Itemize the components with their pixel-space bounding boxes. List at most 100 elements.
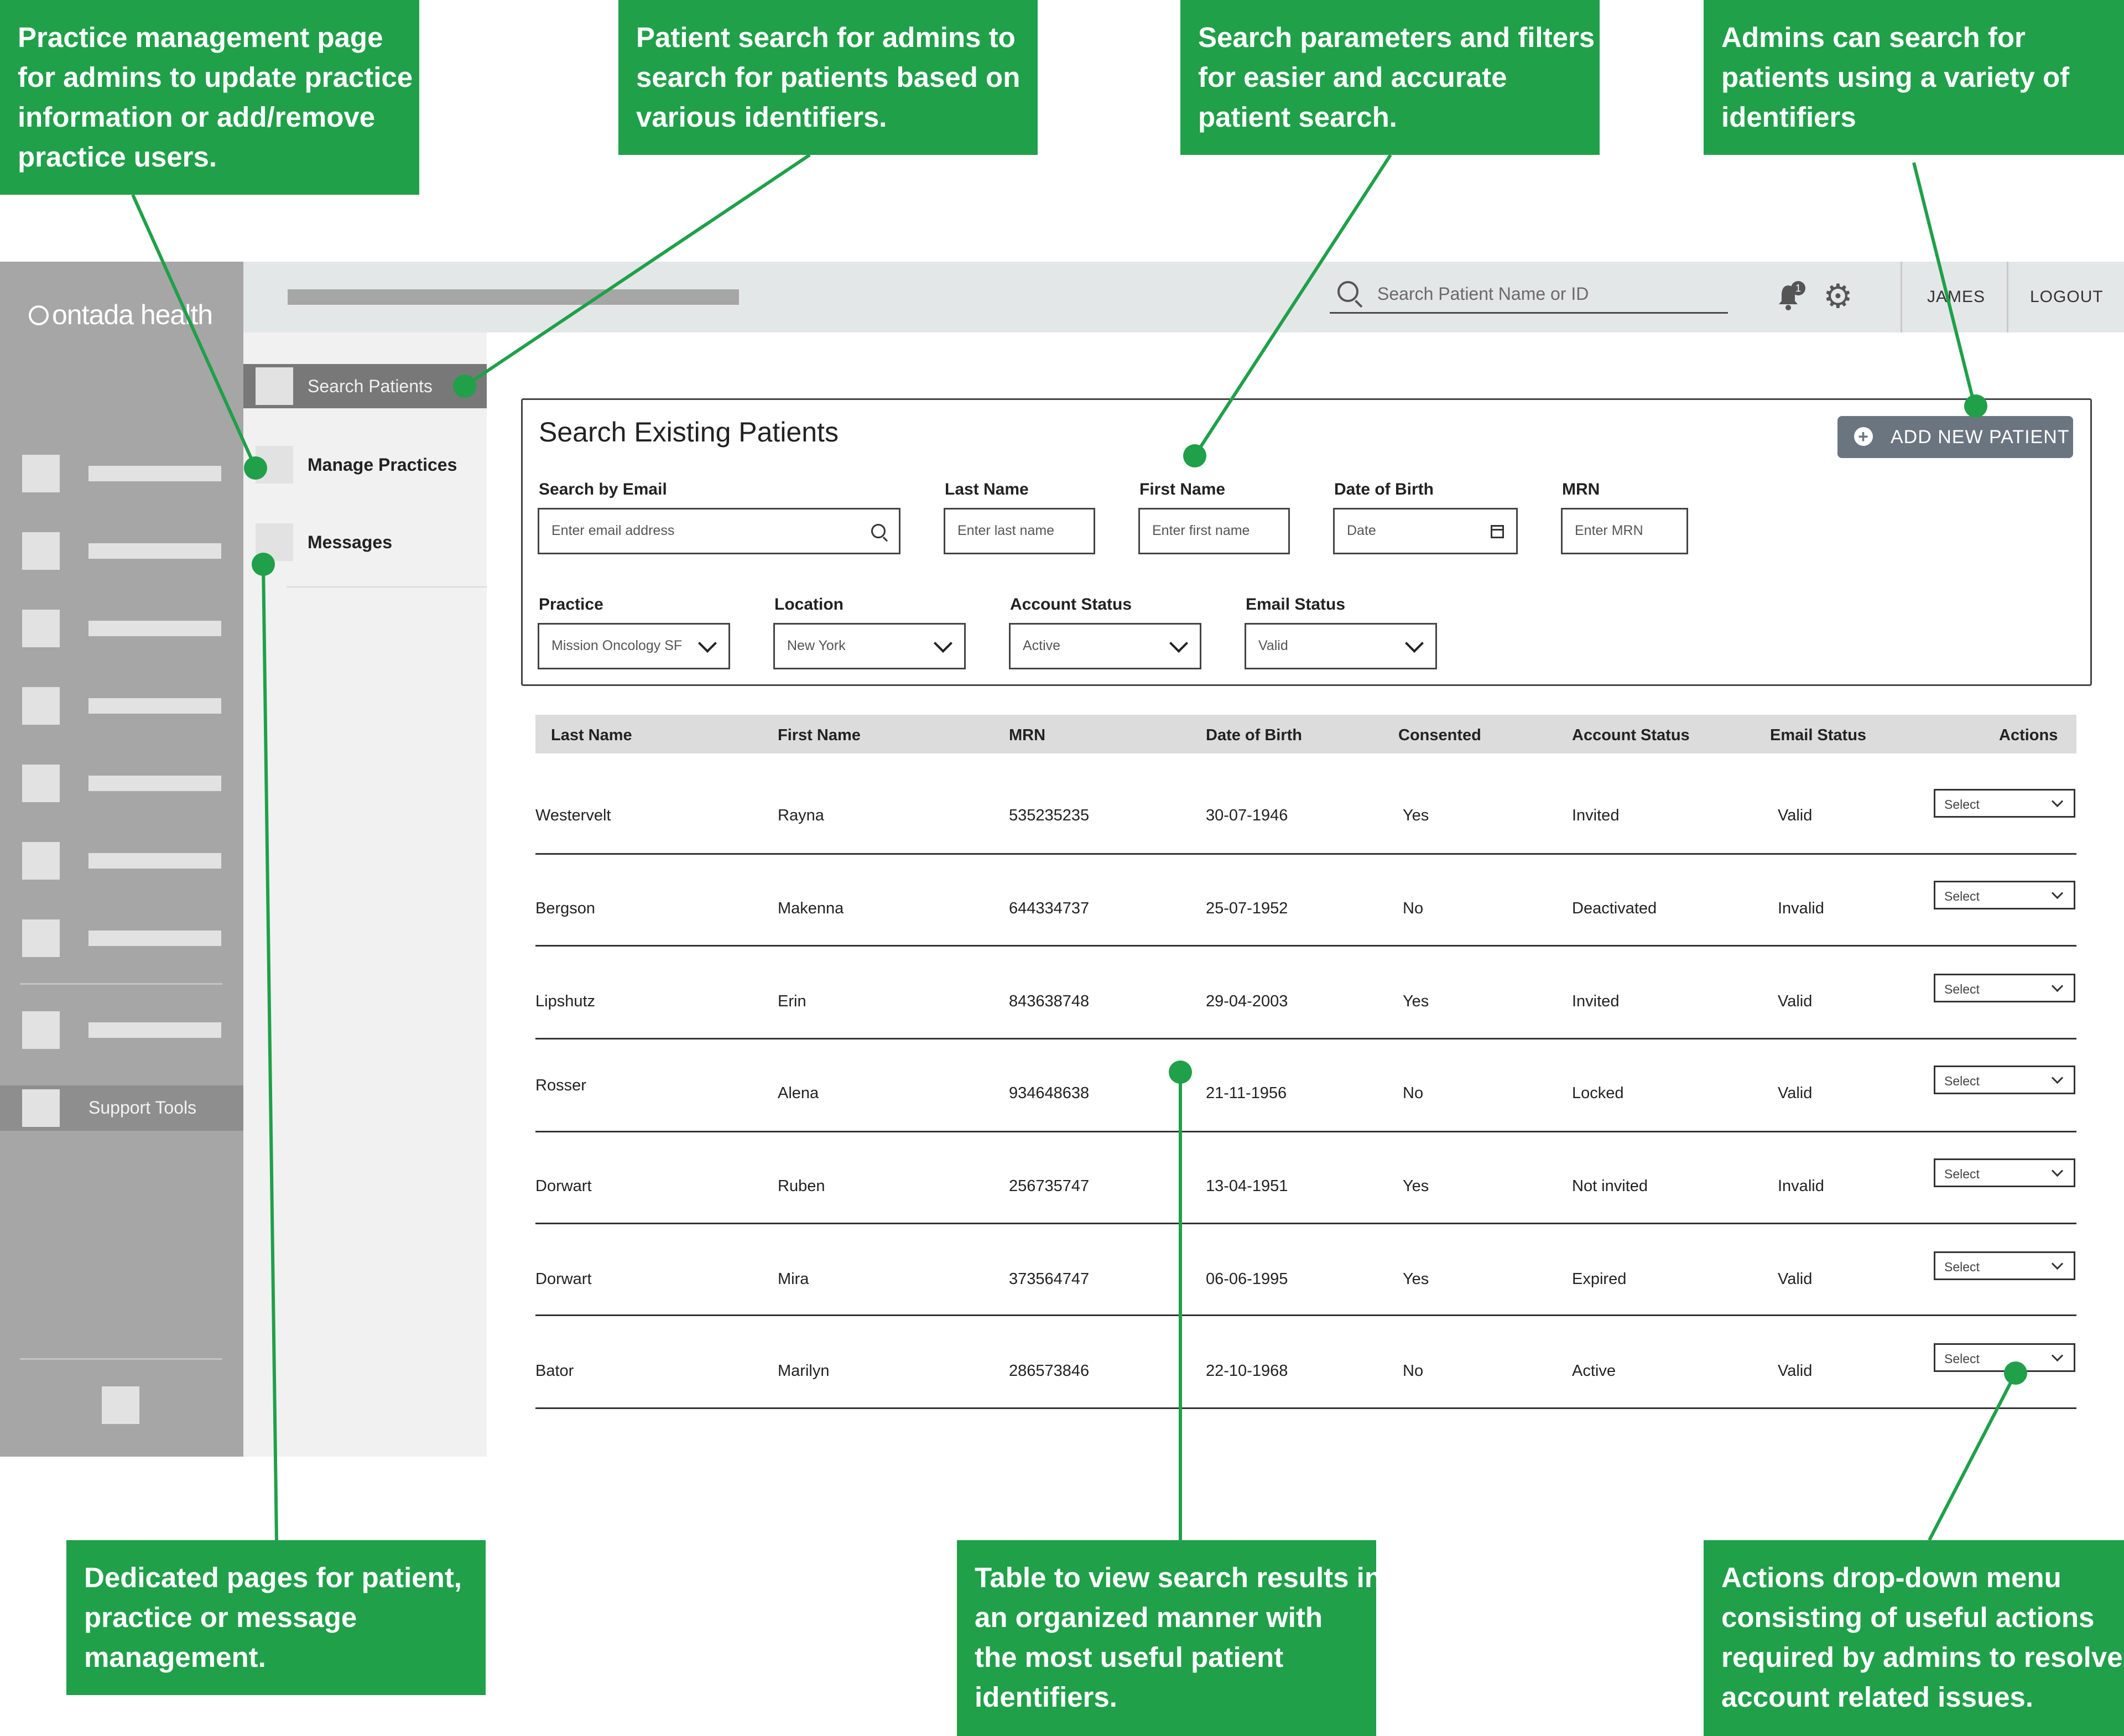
- sidebar-item-icon[interactable]: [22, 687, 60, 725]
- user-menu[interactable]: JAMES: [1927, 288, 1985, 306]
- cell-first-name: Erin: [778, 992, 806, 1010]
- col-dob[interactable]: Date of Birth: [1206, 726, 1302, 745]
- cell-dob: 21-11-1956: [1206, 1084, 1287, 1102]
- sidebar-item-placeholder[interactable]: [88, 466, 221, 481]
- callout-table: Table to view search results in an organ…: [957, 1540, 1382, 1736]
- sidebar-item-icon[interactable]: [22, 919, 60, 957]
- actions-select[interactable]: Select: [1934, 1251, 2075, 1280]
- actions-select[interactable]: Select: [1934, 881, 2075, 909]
- actions-select[interactable]: Select: [1934, 1065, 2075, 1094]
- sidebar-footer-icon[interactable]: [102, 1386, 139, 1424]
- cell-email-status: Valid: [1778, 1362, 1813, 1380]
- sidebar-item-placeholder[interactable]: [88, 931, 221, 946]
- practice-select[interactable]: Mission Oncology SF: [538, 623, 730, 669]
- logo-mark-icon: [29, 305, 49, 325]
- nav-search-patients[interactable]: Search Patients: [243, 364, 487, 408]
- actions-select[interactable]: Select: [1934, 1343, 2075, 1372]
- cell-mrn: 644334737: [1009, 900, 1090, 917]
- col-consented[interactable]: Consented: [1398, 726, 1481, 745]
- cell-mrn: 256735747: [1009, 1177, 1090, 1195]
- ontada-logo[interactable]: ontada health: [29, 299, 213, 331]
- sidebar-item-icon[interactable]: [22, 765, 60, 802]
- cell-dob: 22-10-1968: [1206, 1362, 1288, 1380]
- col-email-status[interactable]: Email Status: [1770, 726, 1866, 745]
- settings-button[interactable]: ⚙: [1823, 280, 1853, 313]
- add-new-patient-button[interactable]: + ADD NEW PATIENT: [1837, 416, 2073, 458]
- cell-last-name: Rosser: [535, 1077, 586, 1094]
- cell-email-status: Valid: [1778, 1084, 1813, 1102]
- email-status-select[interactable]: Valid: [1245, 623, 1437, 669]
- cell-consented: Yes: [1403, 807, 1429, 824]
- dob-label: Date of Birth: [1334, 480, 1434, 498]
- chevron-down-icon: [2051, 1257, 2064, 1270]
- sidebar-item-placeholder[interactable]: [88, 853, 221, 869]
- search-icon[interactable]: [871, 524, 886, 538]
- sidebar-item-icon[interactable]: [22, 842, 60, 880]
- notifications-button[interactable]: 1: [1778, 281, 1805, 311]
- chevron-down-icon: [1405, 634, 1424, 653]
- first-name-label: First Name: [1139, 480, 1226, 498]
- col-first-name[interactable]: First Name: [778, 726, 861, 745]
- row-divider: [535, 1407, 2076, 1409]
- sidebar-item-icon[interactable]: [22, 532, 60, 570]
- calendar-icon[interactable]: [1491, 525, 1504, 538]
- cell-mrn: 373564747: [1009, 1270, 1090, 1288]
- cell-consented: No: [1403, 900, 1424, 917]
- page-title-placeholder: [288, 289, 739, 305]
- cell-mrn: 535235235: [1009, 807, 1090, 824]
- chevron-down-icon: [2051, 795, 2064, 808]
- dob-field[interactable]: Date: [1333, 508, 1518, 554]
- row-divider: [535, 1314, 2076, 1316]
- practice-label: Practice: [539, 595, 603, 614]
- nav-messages[interactable]: Messages: [243, 520, 487, 564]
- sidebar-item-placeholder[interactable]: [88, 776, 221, 791]
- account-status-select[interactable]: Active: [1009, 623, 1201, 669]
- col-last-name[interactable]: Last Name: [551, 726, 632, 745]
- sidebar-divider: [20, 1358, 222, 1360]
- actions-select[interactable]: Select: [1934, 1158, 2075, 1187]
- cell-first-name: Marilyn: [778, 1362, 830, 1380]
- cell-first-name: Alena: [778, 1084, 819, 1102]
- support-tools-icon: [22, 1089, 60, 1127]
- global-search[interactable]: [1330, 277, 1728, 314]
- sidebar-item-icon[interactable]: [22, 610, 60, 647]
- cell-mrn: 934648638: [1009, 1084, 1090, 1102]
- header-divider: [2007, 262, 2008, 332]
- cell-consented: No: [1403, 1362, 1424, 1380]
- nav-manage-practices[interactable]: Manage Practices: [243, 443, 487, 487]
- callout-search-parameters: Search parameters and filters for easier…: [1180, 0, 1600, 155]
- sidebar-item-placeholder[interactable]: [88, 621, 221, 636]
- sidebar-item-icon[interactable]: [22, 455, 60, 492]
- col-account-status[interactable]: Account Status: [1572, 726, 1690, 745]
- logout-link[interactable]: LOGOUT: [2030, 288, 2104, 306]
- header-divider: [1901, 262, 1902, 332]
- cell-first-name: Mira: [778, 1270, 809, 1288]
- cell-last-name: Dorwart: [535, 1270, 592, 1288]
- global-search-input[interactable]: [1376, 281, 1721, 306]
- email-field[interactable]: Enter email address: [538, 508, 900, 554]
- col-mrn[interactable]: MRN: [1009, 726, 1045, 745]
- account-status-label: Account Status: [1010, 595, 1132, 614]
- cell-account-status: Active: [1572, 1362, 1616, 1380]
- cell-first-name: Makenna: [778, 900, 844, 917]
- cell-last-name: Dorwart: [535, 1177, 592, 1195]
- location-select[interactable]: New York: [773, 623, 966, 669]
- search-patients-icon: [256, 367, 293, 405]
- cell-email-status: Valid: [1778, 807, 1813, 824]
- callout-dedicated-pages: Dedicated pages for patient, practice or…: [66, 1540, 486, 1695]
- search-icon: [1337, 281, 1358, 302]
- cell-dob: 13-04-1951: [1206, 1177, 1288, 1195]
- sidebar-item-support-tools[interactable]: Support Tools: [0, 1085, 243, 1131]
- sidebar-item-icon[interactable]: [22, 1011, 60, 1049]
- sidebar-item-placeholder[interactable]: [88, 698, 221, 714]
- sidebar-divider: [20, 983, 222, 985]
- row-divider: [535, 1038, 2076, 1039]
- sidebar-item-placeholder[interactable]: [88, 1022, 221, 1038]
- subnav-divider: [287, 586, 487, 588]
- first-name-field[interactable]: Enter first name: [1138, 508, 1290, 554]
- last-name-field[interactable]: Enter last name: [944, 508, 1095, 554]
- mrn-field[interactable]: Enter MRN: [1561, 508, 1688, 554]
- sidebar-item-placeholder[interactable]: [88, 543, 221, 559]
- actions-select[interactable]: Select: [1934, 974, 2075, 1002]
- actions-select[interactable]: Select: [1934, 789, 2075, 818]
